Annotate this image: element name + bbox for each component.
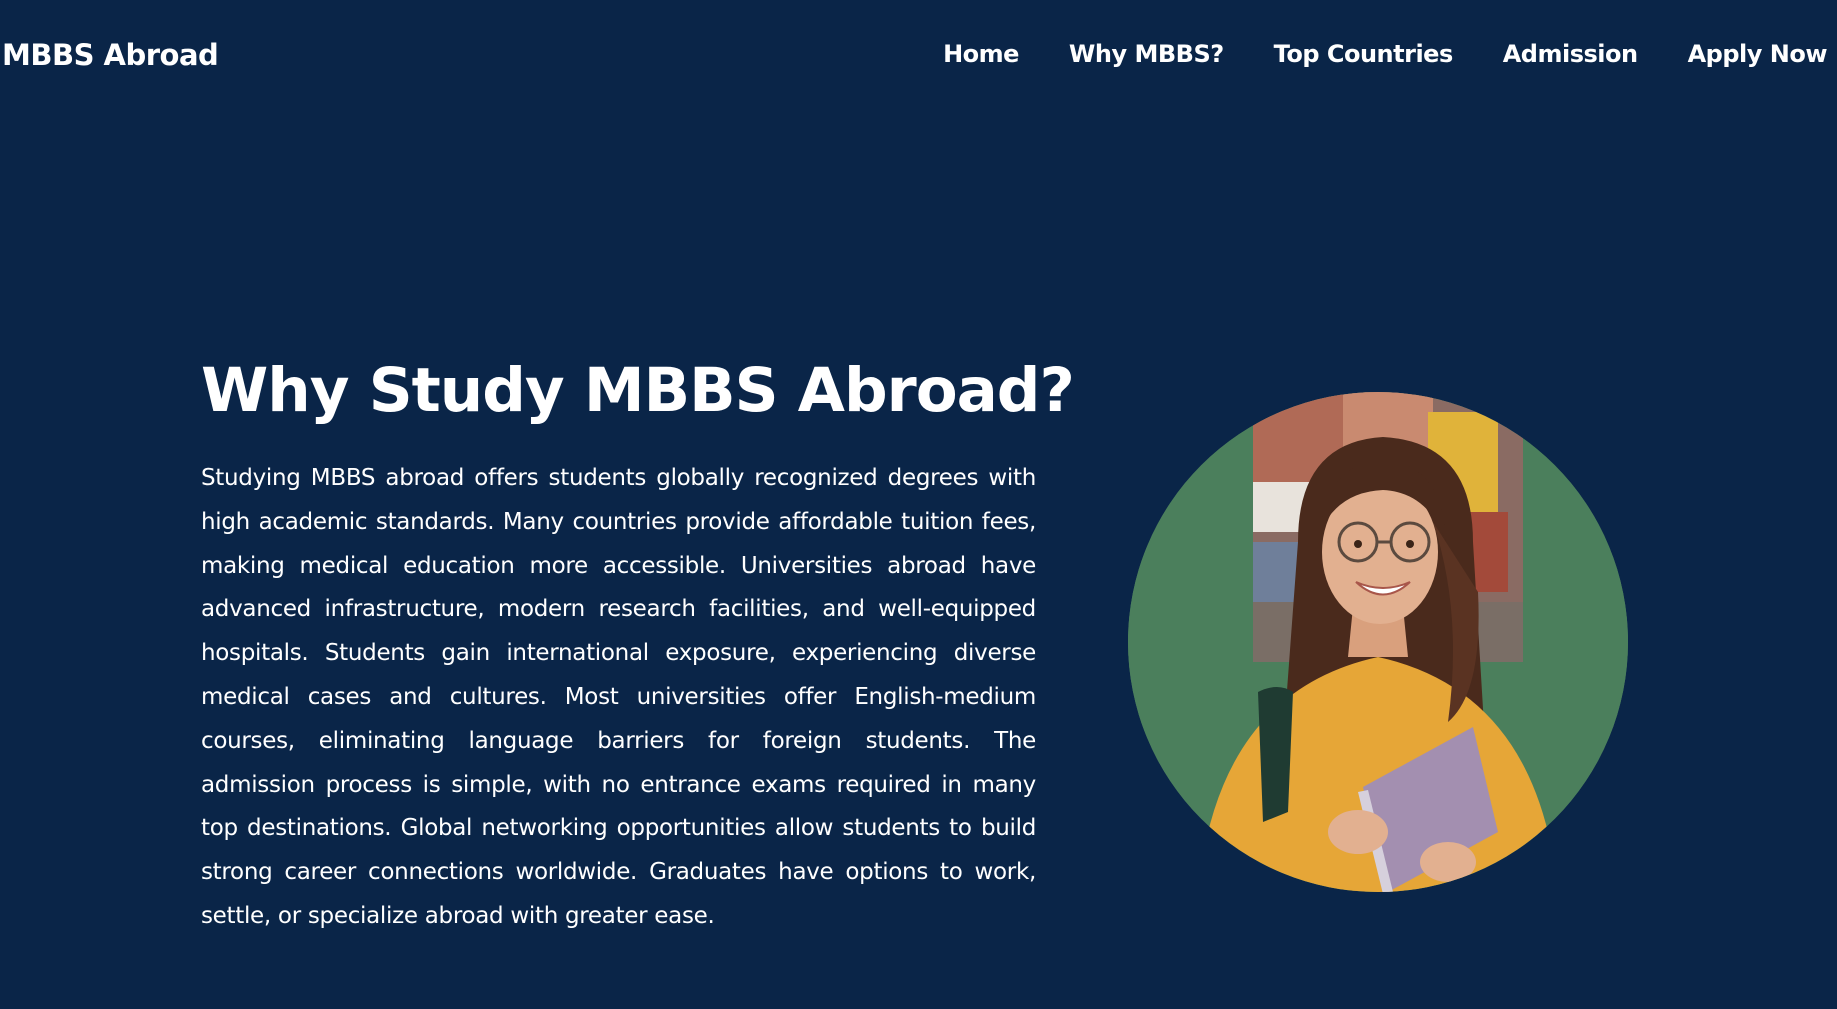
brand-logo[interactable]: MBBS Abroad [2, 38, 219, 72]
student-photo [1128, 392, 1628, 892]
nav-link-top-countries[interactable]: Top Countries [1274, 40, 1454, 68]
student-illustration [1128, 392, 1628, 892]
hero-section: Why Study MBBS Abroad? Studying MBBS abr… [201, 355, 1075, 939]
nav-item-admission: Admission [1503, 40, 1638, 68]
nav-item-why-mbbs: Why MBBS? [1069, 40, 1224, 68]
hero-paragraph: Studying MBBS abroad offers students glo… [201, 465, 1036, 929]
nav-menu: Home Why MBBS? Top Countries Admission A… [943, 40, 1827, 68]
nav-item-home: Home [943, 40, 1019, 68]
hero-title: Why Study MBBS Abroad? [201, 355, 1075, 426]
nav-link-admission[interactable]: Admission [1503, 40, 1638, 68]
nav-link-apply-now[interactable]: Apply Now [1688, 40, 1828, 68]
nav-item-top-countries: Top Countries [1274, 40, 1454, 68]
nav-link-why-mbbs[interactable]: Why MBBS? [1069, 40, 1224, 68]
navbar: MBBS Abroad Home Why MBBS? Top Countries… [0, 0, 1837, 112]
nav-item-apply-now: Apply Now [1688, 40, 1828, 68]
nav-link-home[interactable]: Home [943, 40, 1019, 68]
